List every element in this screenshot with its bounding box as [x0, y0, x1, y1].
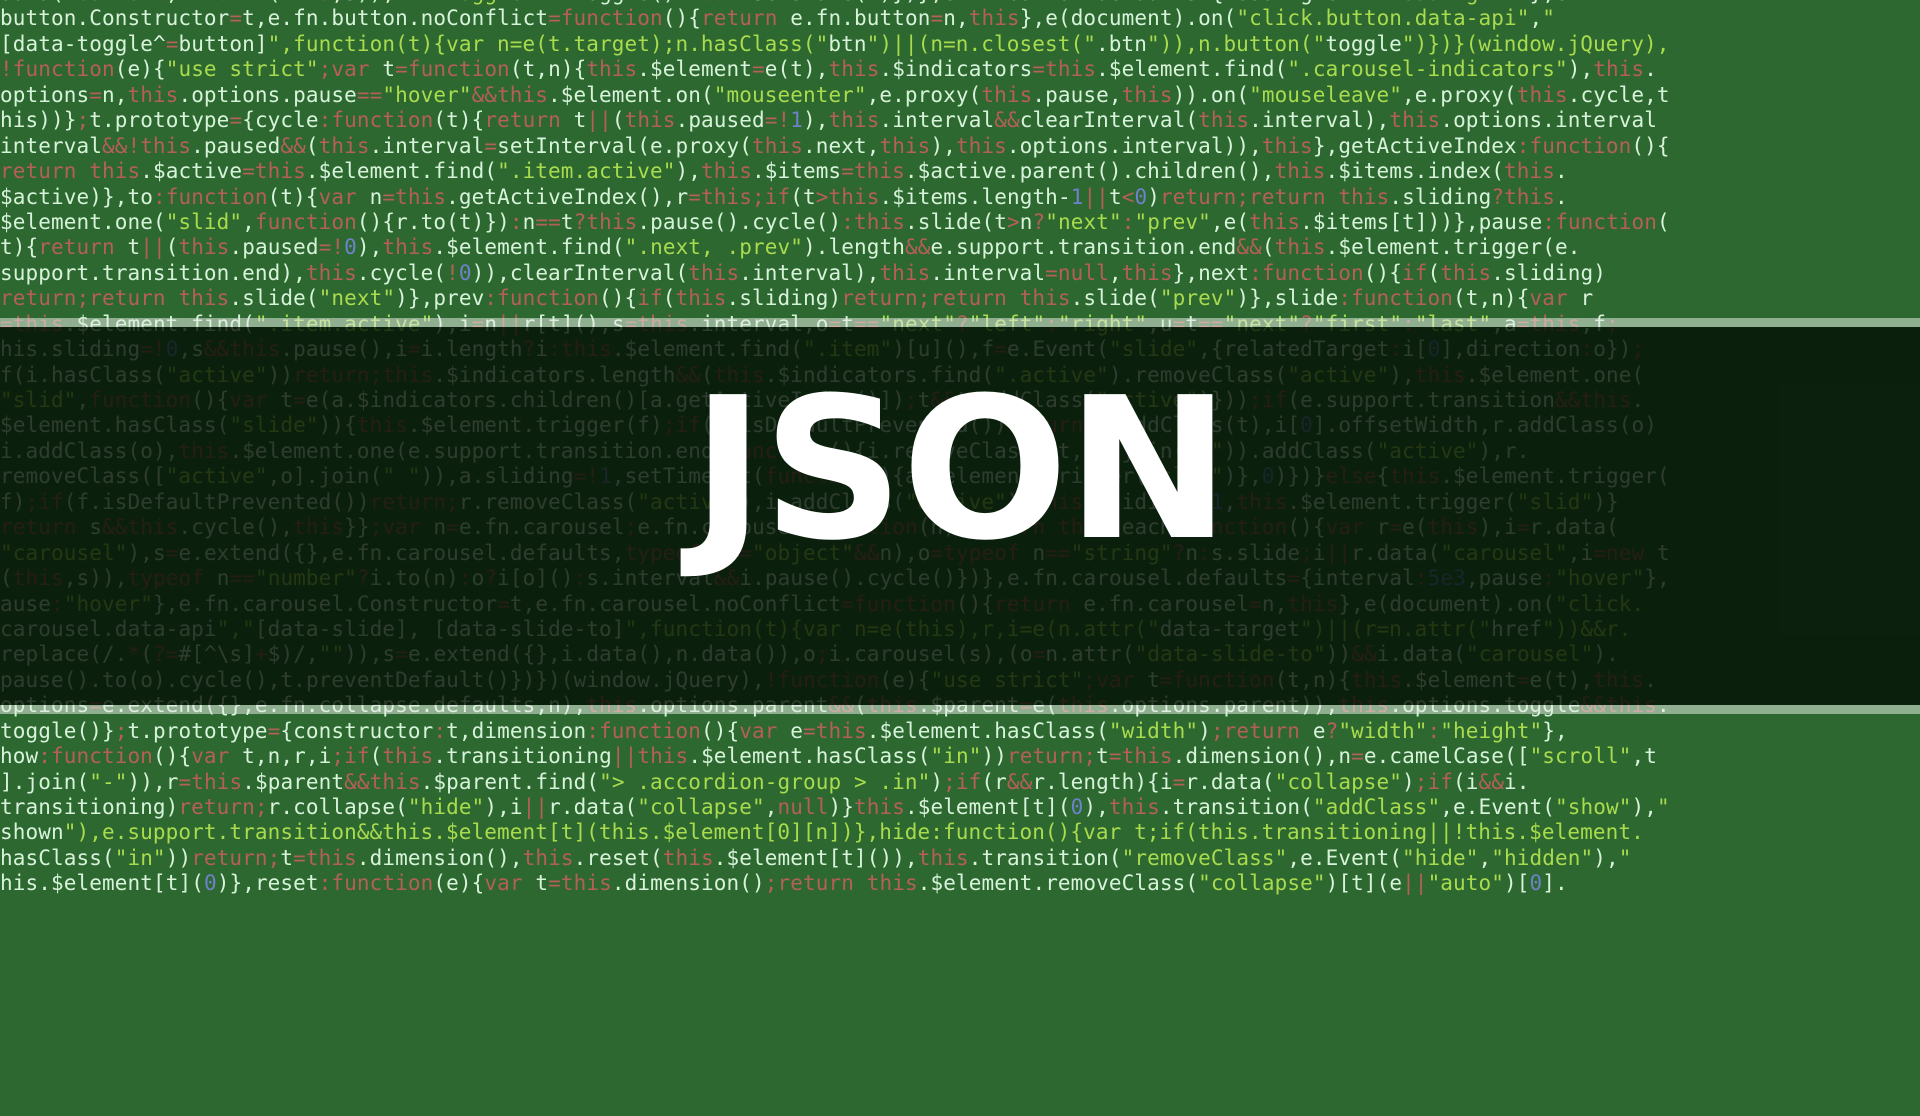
- code-line: interval&&!this.paused&&(this.interval=s…: [0, 133, 1670, 158]
- code-line: toggle()};t.prototype={constructor:t,dim…: [0, 718, 1568, 743]
- code-line: carousel.data-api","[data-slide], [data-…: [0, 616, 1632, 641]
- code-line: ].join("-")),r=this.$parent&&this.$paren…: [0, 769, 1530, 794]
- code-line: return this.$active=this.$element.find("…: [0, 159, 1568, 184]
- code-line: pause().to(o).cycle(),t.preventDefault()…: [0, 667, 1658, 692]
- code-line: =this.$element.find(".item.active"),i=n|…: [0, 311, 1619, 336]
- code-line: transitioning)return;r.collapse("hide"),…: [0, 795, 1670, 819]
- code-line: how:function(){var t,n,r,i;if(this.trans…: [0, 744, 1658, 769]
- code-line: hasClass("in"))return;t=this.dimension()…: [0, 845, 1632, 870]
- code-line: button.Constructor=t,e.fn.button.noConfl…: [0, 6, 1555, 31]
- code-line: $active)},to:function(t){var n=this.getA…: [0, 184, 1568, 209]
- code-line: !function(e){"use strict";var t=function…: [0, 57, 1657, 82]
- code-line: return;return this.slide("next")},prev:f…: [0, 286, 1594, 311]
- code-line: $element.one("slid",function(){r.to(t)})…: [0, 209, 1670, 234]
- code-line: shown"),e.support.transition&&this.$elem…: [0, 820, 1644, 845]
- code-line: options=e.extend({},e.fn.collapse.defaul…: [0, 693, 1670, 718]
- code-line: t){return t||(this.paused=!0),this.$elem…: [0, 235, 1581, 260]
- json-wordmark: JSON: [691, 356, 1231, 584]
- code-line: his.$element[t](0)},reset:function(e){va…: [0, 871, 1568, 896]
- code-line: support.transition.end),this.cycle(!0)),…: [0, 260, 1606, 285]
- json-code-background: data("button",i=new t(this,s)),n=="toggl…: [0, 0, 1920, 1116]
- code-line: options=n,this.options.pause=="hover"&&t…: [0, 82, 1670, 107]
- code-line: [data-toggle^=button]",function(t){var n…: [0, 31, 1670, 56]
- code-line: his))};t.prototype={cycle:function(t){re…: [0, 108, 1657, 133]
- code-line: replace(/.*(?=#[^\s]+$)/,"")),s=e.extend…: [0, 642, 1619, 667]
- code-line: ause:"hover"},e.fn.carousel.Constructor=…: [0, 591, 1645, 616]
